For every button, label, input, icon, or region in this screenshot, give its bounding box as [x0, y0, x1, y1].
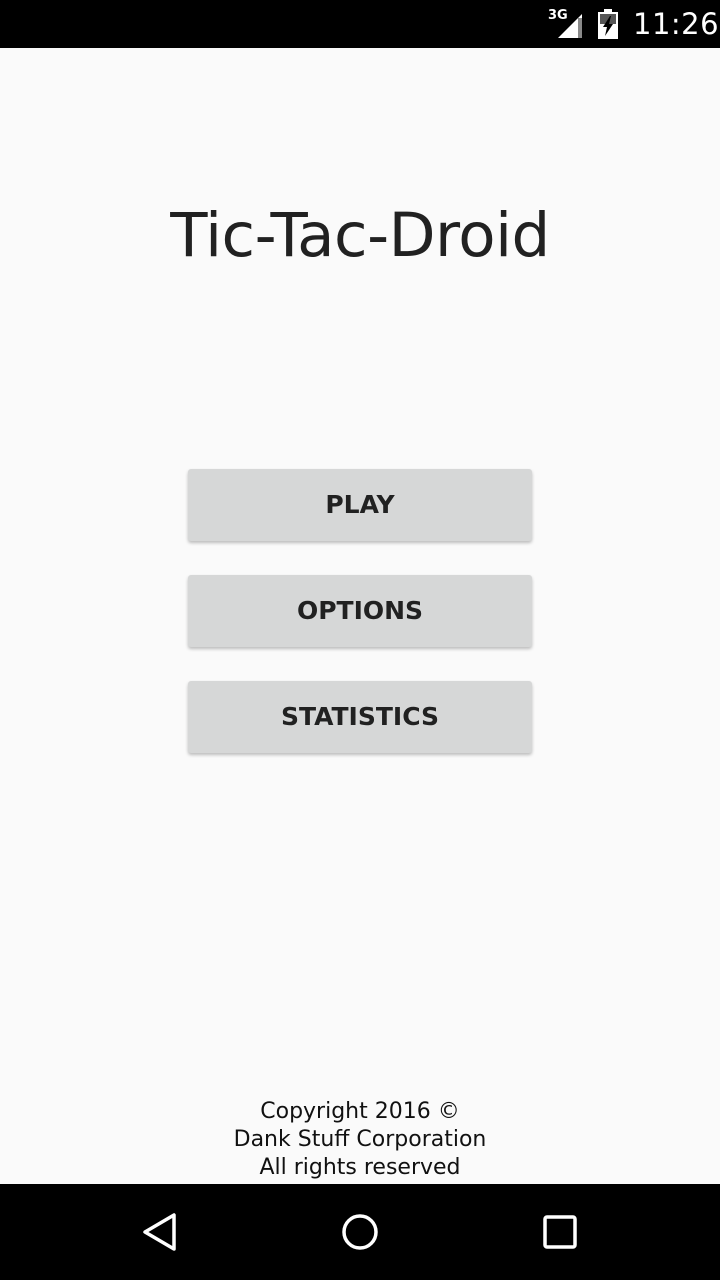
home-icon[interactable]: [336, 1208, 384, 1256]
options-button[interactable]: OPTIONS: [188, 575, 532, 647]
copyright-line: Copyright 2016 ©: [260, 1099, 460, 1124]
navigation-bar: [0, 1184, 720, 1280]
battery-charging-icon: [598, 9, 618, 39]
recents-icon[interactable]: [536, 1208, 584, 1256]
clock: 11:26: [633, 7, 720, 41]
copyright-footer: Copyright 2016 © Dank Stuff Corporation …: [0, 1098, 720, 1182]
company-line: Dank Stuff Corporation: [233, 1127, 487, 1152]
play-button[interactable]: PLAY: [188, 469, 532, 541]
rights-line: All rights reserved: [259, 1155, 461, 1180]
statistics-button[interactable]: STATISTICS: [188, 681, 532, 753]
signal-icon: [558, 14, 582, 38]
screen: 3G 11:26 Tic-Tac-Droid PLAY OPTIONS STAT…: [0, 0, 720, 1280]
app-title: Tic-Tac-Droid: [170, 200, 550, 271]
status-bar: 3G 11:26: [0, 0, 720, 48]
back-icon[interactable]: [136, 1208, 184, 1256]
